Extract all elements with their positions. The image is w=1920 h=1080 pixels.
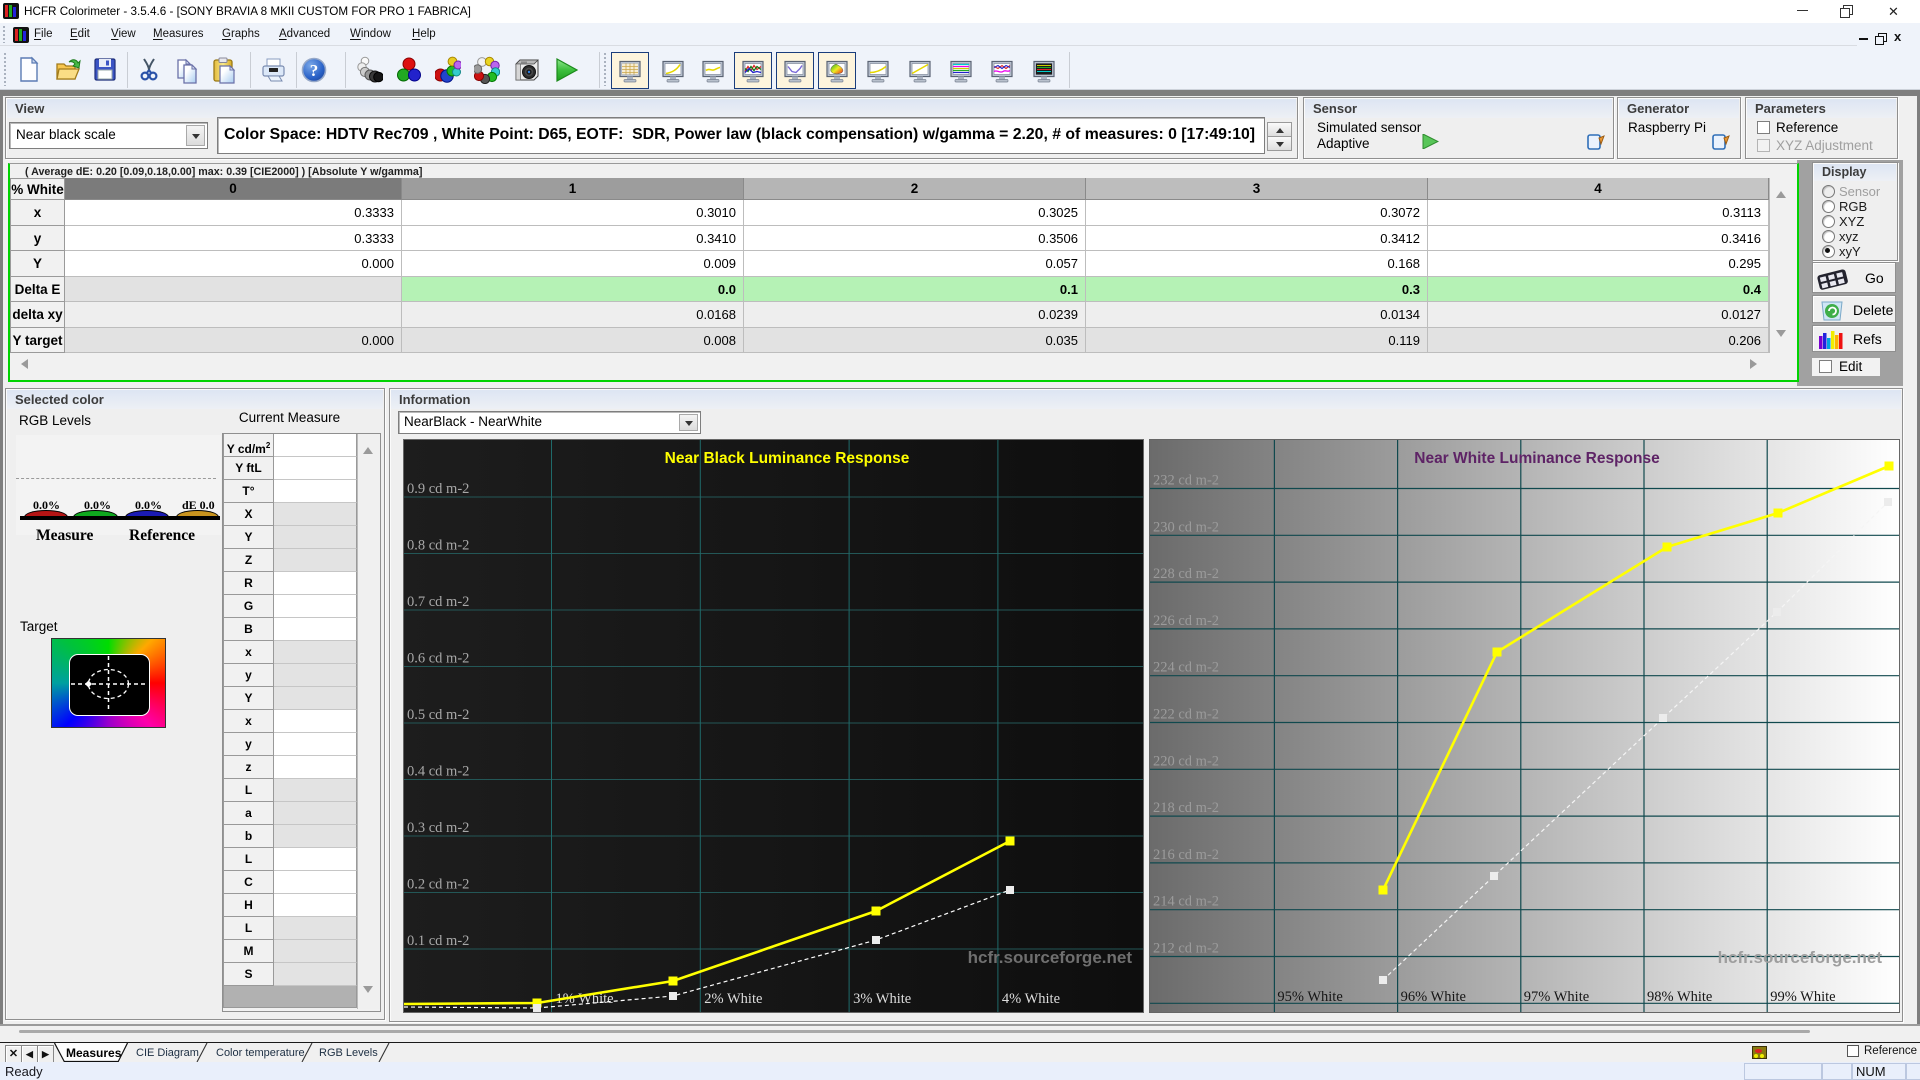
- svg-text:Near Black Luminance Response: Near Black Luminance Response: [665, 450, 910, 467]
- svg-text:0.3 cd m-2: 0.3 cd m-2: [407, 820, 469, 836]
- svg-text:97% White: 97% White: [1524, 989, 1589, 1005]
- svg-text:Near White Luminance Response: Near White Luminance Response: [1414, 450, 1660, 467]
- svg-text:226 cd m-2: 226 cd m-2: [1153, 613, 1219, 629]
- svg-text:0.2 cd m-2: 0.2 cd m-2: [407, 877, 469, 893]
- svg-text:0.8 cd m-2: 0.8 cd m-2: [407, 538, 469, 554]
- svg-text:2% White: 2% White: [704, 991, 762, 1007]
- svg-text:4% White: 4% White: [1002, 991, 1060, 1007]
- svg-text:99% White: 99% White: [1770, 989, 1835, 1005]
- svg-text:224 cd m-2: 224 cd m-2: [1153, 660, 1219, 676]
- svg-text:3% White: 3% White: [853, 991, 911, 1007]
- svg-text:0.9 cd m-2: 0.9 cd m-2: [407, 481, 469, 497]
- svg-text:230 cd m-2: 230 cd m-2: [1153, 519, 1219, 535]
- svg-text:98% White: 98% White: [1647, 989, 1712, 1005]
- svg-text:0.4 cd m-2: 0.4 cd m-2: [407, 764, 469, 780]
- svg-text:218 cd m-2: 218 cd m-2: [1153, 800, 1219, 816]
- svg-text:0.1 cd m-2: 0.1 cd m-2: [407, 933, 469, 949]
- svg-text:96% White: 96% White: [1401, 989, 1466, 1005]
- svg-text:220 cd m-2: 220 cd m-2: [1153, 753, 1219, 769]
- svg-text:0.6 cd m-2: 0.6 cd m-2: [407, 651, 469, 667]
- svg-text:232 cd m-2: 232 cd m-2: [1153, 473, 1219, 489]
- svg-text:216 cd m-2: 216 cd m-2: [1153, 847, 1219, 863]
- svg-text:228 cd m-2: 228 cd m-2: [1153, 566, 1219, 582]
- svg-text:0.5 cd m-2: 0.5 cd m-2: [407, 707, 469, 723]
- svg-text:0.7 cd m-2: 0.7 cd m-2: [407, 594, 469, 610]
- svg-text:95% White: 95% White: [1277, 989, 1342, 1005]
- svg-text:hcfr.sourceforge.net: hcfr.sourceforge.net: [1718, 948, 1883, 967]
- svg-text:212 cd m-2: 212 cd m-2: [1153, 941, 1219, 957]
- svg-text:?: ?: [310, 61, 319, 80]
- svg-text:hcfr.sourceforge.net: hcfr.sourceforge.net: [968, 948, 1133, 967]
- svg-text:222 cd m-2: 222 cd m-2: [1153, 707, 1219, 723]
- svg-text:214 cd m-2: 214 cd m-2: [1153, 894, 1219, 910]
